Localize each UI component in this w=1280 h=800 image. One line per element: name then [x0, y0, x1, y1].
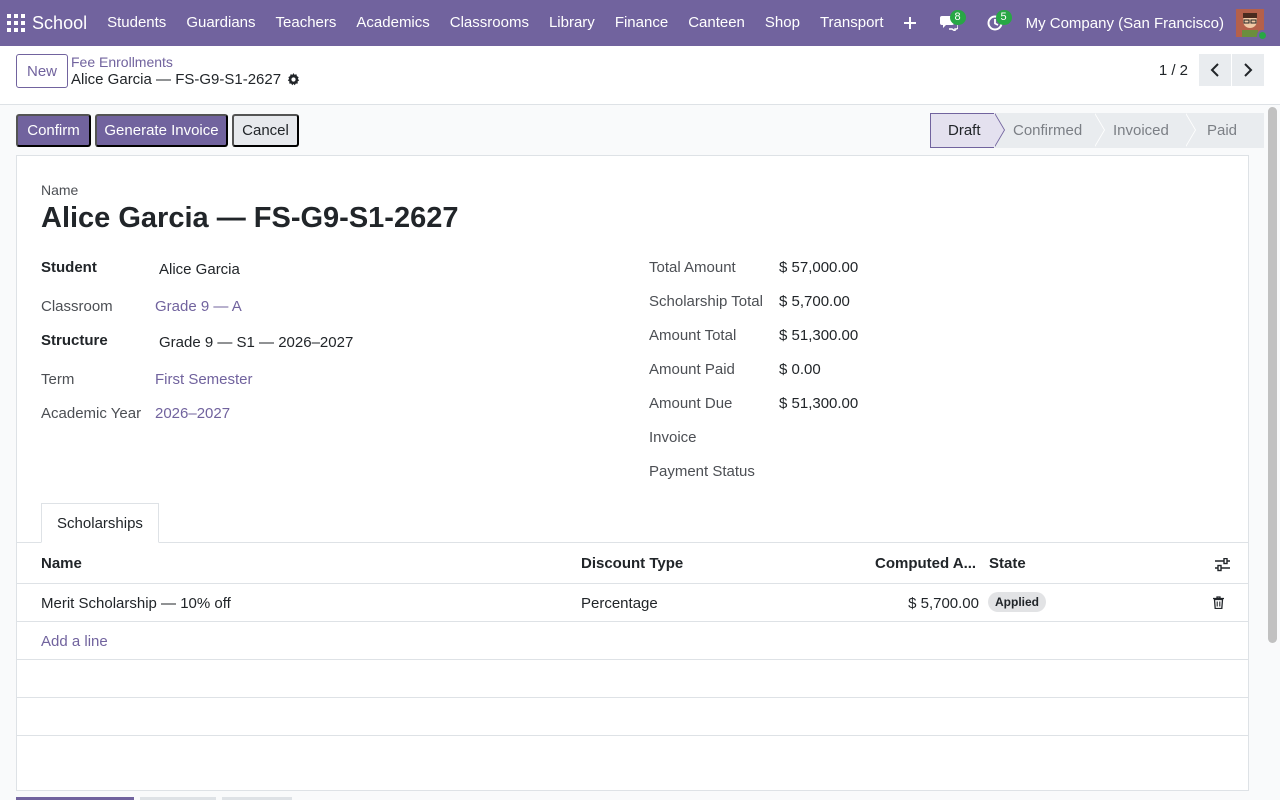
empty-row — [17, 660, 1248, 698]
company-switcher[interactable]: My Company (San Francisco) — [1018, 15, 1236, 32]
menu-transport[interactable]: Transport — [810, 0, 894, 46]
row-name: Merit Scholarship — 10% off — [41, 595, 231, 612]
stage-paid-label: Paid — [1207, 122, 1238, 139]
structure-label: Structure — [41, 332, 108, 349]
messages-button[interactable]: 8 — [926, 0, 972, 46]
structure-field[interactable]: Grade 9 — S1 — 2026–2027 — [159, 334, 353, 351]
chevron-left-icon — [1210, 63, 1219, 77]
systray: 8 5 My Company (San Francisco) — [926, 0, 1280, 46]
stage-draft[interactable]: Draft — [930, 113, 1005, 148]
menu-finance[interactable]: Finance — [605, 0, 678, 46]
activities-button[interactable]: 5 — [972, 0, 1018, 46]
record-title-text: Alice Garcia — FS-G9-S1-2627 — [71, 71, 282, 88]
name-label: Name — [41, 182, 79, 198]
row-discount-type: Percentage — [581, 595, 658, 612]
amount-total-value: $ 51,300.00 — [779, 327, 859, 344]
menu-library[interactable]: Library — [539, 0, 605, 46]
column-computed-amount[interactable]: Computed A... — [875, 555, 976, 572]
user-avatar[interactable] — [1236, 9, 1268, 41]
classroom-label: Classroom — [41, 298, 113, 315]
apps-menu-icon[interactable] — [0, 0, 32, 46]
optional-columns-icon[interactable] — [1215, 558, 1230, 572]
table-row[interactable]: Merit Scholarship — 10% off Percentage $… — [17, 584, 1248, 622]
row-computed-amount: $ 5,700.00 — [908, 595, 979, 612]
confirm-button[interactable]: Confirm — [16, 114, 91, 147]
menu-teachers[interactable]: Teachers — [266, 0, 347, 46]
menu-canteen[interactable]: Canteen — [678, 0, 755, 46]
stage-confirmed-label: Confirmed — [1013, 122, 1083, 139]
form-action-bar: Confirm Generate Invoice Cancel Draft Co… — [0, 105, 1280, 155]
scholarship-total-label: Scholarship Total — [649, 293, 763, 310]
column-discount-type[interactable]: Discount Type — [581, 555, 683, 572]
chevron-right-icon — [1244, 63, 1253, 77]
new-button[interactable]: New — [16, 54, 69, 88]
stage-paid[interactable]: Paid — [1185, 113, 1264, 148]
column-state[interactable]: State — [989, 555, 1026, 572]
record-name-field[interactable]: Alice Garcia — FS-G9-S1-2627 — [41, 202, 458, 235]
menu-academics[interactable]: Academics — [346, 0, 439, 46]
online-status-icon — [1257, 30, 1268, 41]
status-bar: Draft Confirmed Invoiced Paid — [930, 113, 1264, 148]
plus-icon[interactable] — [894, 0, 926, 46]
add-line-link[interactable]: Add a line — [41, 633, 108, 650]
student-label: Student — [41, 259, 97, 276]
menu-students[interactable]: Students — [97, 0, 176, 46]
term-label: Term — [41, 371, 75, 388]
pager-next-button[interactable] — [1232, 54, 1264, 86]
invoice-label: Invoice — [649, 429, 697, 446]
app-brand[interactable]: School — [32, 13, 87, 34]
breadcrumb-fee-enrollments[interactable]: Fee Enrollments — [71, 54, 173, 70]
tab-scholarships[interactable]: Scholarships — [41, 503, 159, 543]
classroom-field[interactable]: Grade 9 — A — [155, 298, 242, 315]
term-field[interactable]: First Semester — [155, 371, 253, 388]
amount-paid-value: $ 0.00 — [779, 361, 821, 378]
stage-draft-label: Draft — [948, 122, 981, 139]
pager-previous-button[interactable] — [1199, 54, 1231, 86]
total-amount-value: $ 57,000.00 — [779, 259, 859, 276]
scholarship-total-value: $ 5,700.00 — [779, 293, 850, 310]
menu-guardians[interactable]: Guardians — [176, 0, 265, 46]
academic-year-field[interactable]: 2026–2027 — [155, 405, 230, 422]
activities-count-badge: 5 — [995, 10, 1012, 25]
scholarships-table-header: Name Discount Type Computed A... State — [17, 543, 1248, 584]
cancel-button[interactable]: Cancel — [232, 114, 299, 147]
generate-invoice-button[interactable]: Generate Invoice — [95, 114, 228, 147]
amount-due-label: Amount Due — [649, 395, 733, 412]
pager: 1 / 2 — [1159, 54, 1264, 86]
student-field[interactable]: Alice Garcia — [159, 261, 240, 278]
page-scrollbar[interactable] — [1268, 107, 1277, 643]
breadcrumb-current-record: Alice Garcia — FS-G9-S1-2627 — [71, 71, 300, 88]
main-menu: Students Guardians Teachers Academics Cl… — [97, 0, 926, 46]
messages-count-badge: 8 — [949, 10, 966, 25]
top-navbar: School Students Guardians Teachers Acade… — [0, 0, 1280, 46]
amount-total-label: Amount Total — [649, 327, 737, 344]
menu-classrooms[interactable]: Classrooms — [440, 0, 539, 46]
amount-due-value: $ 51,300.00 — [779, 395, 859, 412]
gear-icon[interactable] — [287, 73, 300, 86]
total-amount-label: Total Amount — [649, 259, 736, 276]
menu-shop[interactable]: Shop — [755, 0, 810, 46]
stage-confirmed[interactable]: Confirmed — [994, 113, 1105, 148]
column-name[interactable]: Name — [41, 555, 82, 572]
payment-status-label: Payment Status — [649, 463, 755, 480]
stage-invoiced-label: Invoiced — [1113, 122, 1169, 139]
stage-invoiced[interactable]: Invoiced — [1094, 113, 1196, 148]
empty-row — [17, 698, 1248, 736]
add-line-row: Add a line — [17, 622, 1248, 660]
pager-value[interactable]: 1 / 2 — [1159, 62, 1188, 79]
form-sheet: Name Alice Garcia — FS-G9-S1-2627 Studen… — [16, 155, 1249, 791]
amount-paid-label: Amount Paid — [649, 361, 735, 378]
trash-icon[interactable] — [1213, 596, 1224, 609]
academic-year-label: Academic Year — [41, 405, 142, 422]
state-badge: Applied — [988, 592, 1046, 612]
control-panel: New Fee Enrollments Alice Garcia — FS-G9… — [0, 46, 1280, 105]
